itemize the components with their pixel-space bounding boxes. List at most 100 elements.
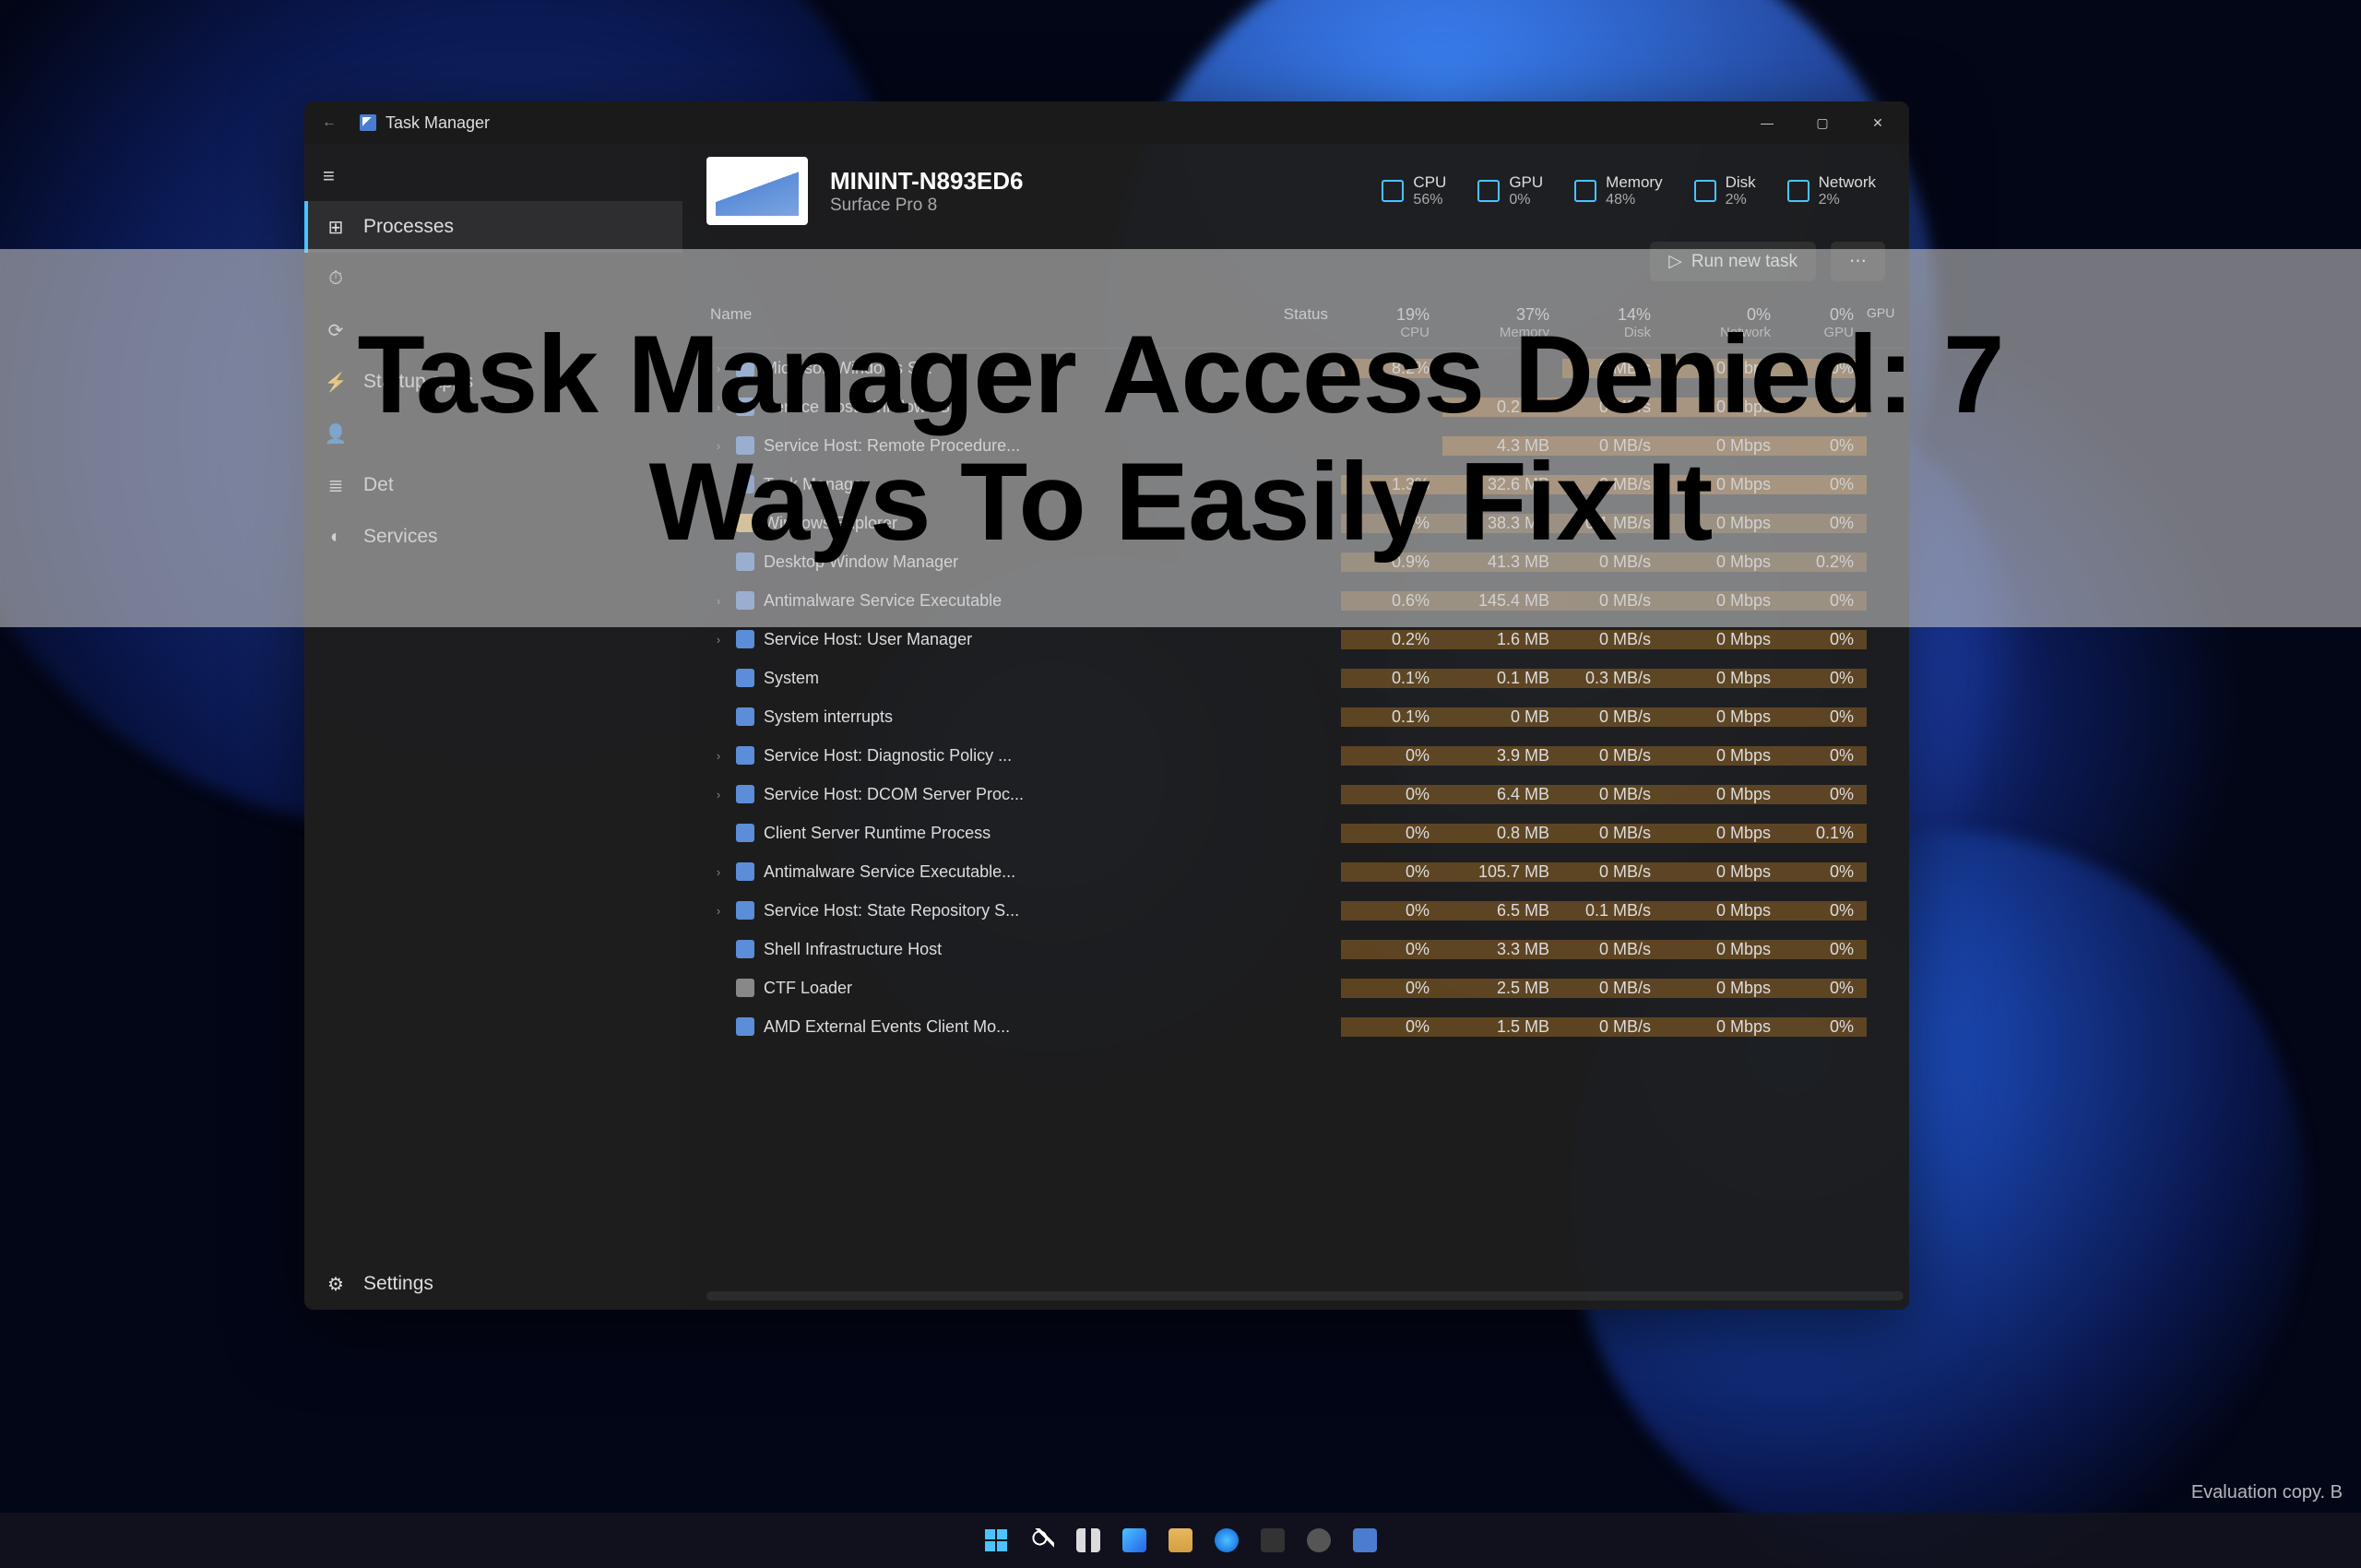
process-name-cell: › Antimalware Service Executable... [706,862,1203,882]
widgets-icon[interactable] [1116,1522,1153,1559]
table-row[interactable]: AMD External Events Client Mo... 0% 1.5 … [706,1007,1904,1046]
process-icon [736,785,754,803]
sidebar-item-label: Processes [363,216,454,238]
table-row[interactable]: › Service Host: State Repository S... 0%… [706,891,1904,930]
hamburger-button[interactable]: ≡ [304,151,682,201]
meter-disk[interactable]: Disk2% [1685,168,1765,214]
network-cell: 0 Mbps [1664,940,1784,959]
device-model: Surface Pro 8 [830,196,1024,216]
expand-icon[interactable]: › [710,904,727,918]
table-row[interactable]: System interrupts 0.1% 0 MB 0 MB/s 0 Mbp… [706,697,1904,736]
memory-cell: 2.5 MB [1442,979,1562,998]
nav-icon: ⊞ [325,216,347,238]
process-name: Shell Infrastructure Host [764,940,942,959]
process-icon [736,862,754,881]
process-name: Service Host: User Manager [764,630,972,649]
memory-cell: 3.3 MB [1442,940,1562,959]
back-button[interactable]: ← [308,114,350,131]
process-icon [736,630,754,648]
process-name: CTF Loader [764,979,852,998]
edge-icon[interactable] [1208,1522,1245,1559]
process-icon [736,746,754,765]
memory-cell: 1.6 MB [1442,630,1562,649]
device-header: MININT-N893ED6 Surface Pro 8 CPU56% GPU0%… [682,144,1909,234]
table-row[interactable]: › Service Host: Diagnostic Policy ... 0%… [706,736,1904,775]
table-row[interactable]: › Antimalware Service Executable... 0% 1… [706,852,1904,891]
search-icon[interactable] [1024,1522,1061,1559]
disk-cell: 0 MB/s [1562,1017,1664,1037]
minimize-button[interactable]: — [1739,101,1795,144]
taskview-icon[interactable] [1070,1522,1107,1559]
table-row[interactable]: System 0.1% 0.1 MB 0.3 MB/s 0 Mbps 0% [706,659,1904,697]
table-row[interactable]: Shell Infrastructure Host 0% 3.3 MB 0 MB… [706,930,1904,968]
meter-value: 2% [1726,192,1756,208]
cpu-cell: 0.1% [1341,669,1442,688]
process-name-cell: AMD External Events Client Mo... [706,1017,1203,1037]
process-name: Service Host: Diagnostic Policy ... [764,746,1012,766]
network-cell: 0 Mbps [1664,746,1784,766]
process-name-cell: › Service Host: User Manager [706,630,1203,649]
gpu-cell: 0% [1784,785,1867,804]
disk-cell: 0 MB/s [1562,785,1664,804]
meter-network[interactable]: Network2% [1778,168,1885,214]
window-title: Task Manager [386,113,490,133]
table-row[interactable]: CTF Loader 0% 2.5 MB 0 MB/s 0 Mbps 0% [706,968,1904,1007]
expand-icon[interactable]: › [710,633,727,647]
gpu-cell: 0% [1784,707,1867,727]
store-icon[interactable] [1254,1522,1291,1559]
cpu-cell: 0.1% [1341,707,1442,727]
expand-icon[interactable]: › [710,788,727,802]
network-cell: 0 Mbps [1664,824,1784,843]
close-button[interactable]: ✕ [1850,101,1905,144]
process-icon [736,669,754,687]
network-cell: 0 Mbps [1664,707,1784,727]
memory-cell: 3.9 MB [1442,746,1562,766]
titlebar[interactable]: ← Task Manager — ▢ ✕ [304,101,1909,144]
meter-icon [1787,180,1809,202]
meter-value: 2% [1819,192,1876,208]
meter-memory[interactable]: Memory48% [1565,168,1671,214]
article-title: Task Manager Access Denied: 7 Ways To Ea… [357,311,2003,565]
table-row[interactable]: Client Server Runtime Process 0% 0.8 MB … [706,814,1904,852]
memory-cell: 1.5 MB [1442,1017,1562,1037]
disk-cell: 0 MB/s [1562,746,1664,766]
device-thumbnail [706,157,808,225]
meter-cpu[interactable]: CPU56% [1372,168,1455,214]
expand-icon[interactable]: › [710,749,727,763]
process-name-cell: Shell Infrastructure Host [706,940,1203,959]
network-cell: 0 Mbps [1664,901,1784,921]
sidebar-item-0[interactable]: ⊞ Processes [304,201,682,253]
settings-icon[interactable] [1300,1522,1337,1559]
process-name: System interrupts [764,707,893,727]
memory-cell: 6.4 MB [1442,785,1562,804]
meter-gpu[interactable]: GPU0% [1468,168,1552,214]
table-row[interactable]: › Service Host: DCOM Server Proc... 0% 6… [706,775,1904,814]
meter-value: 0% [1509,192,1543,208]
maximize-button[interactable]: ▢ [1795,101,1850,144]
process-icon [736,824,754,842]
taskbar [0,1513,2361,1568]
start-button[interactable] [978,1522,1014,1559]
taskmanager-taskbar-icon[interactable] [1347,1522,1383,1559]
process-name: Service Host: DCOM Server Proc... [764,785,1024,804]
meter-icon [1574,180,1596,202]
process-name: Client Server Runtime Process [764,824,991,843]
explorer-icon[interactable] [1162,1522,1199,1559]
meter-value: 56% [1413,192,1446,208]
process-name-cell: System interrupts [706,707,1203,727]
cpu-cell: 0% [1341,901,1442,921]
cpu-cell: 0% [1341,824,1442,843]
meter-label: CPU [1413,173,1446,192]
expand-icon[interactable]: › [710,865,727,879]
process-name: AMD External Events Client Mo... [764,1017,1010,1037]
process-name: Antimalware Service Executable... [764,862,1015,882]
sidebar-item-label: Settings [363,1273,433,1295]
memory-cell: 0.1 MB [1442,669,1562,688]
sidebar-item-settings[interactable]: ⚙ Settings [304,1258,682,1310]
process-name: System [764,669,819,688]
process-icon [736,940,754,958]
device-name: MININT-N893ED6 [830,167,1024,196]
horizontal-scrollbar[interactable] [706,1291,1904,1301]
meter-label: GPU [1509,173,1543,192]
cpu-cell: 0.2% [1341,630,1442,649]
